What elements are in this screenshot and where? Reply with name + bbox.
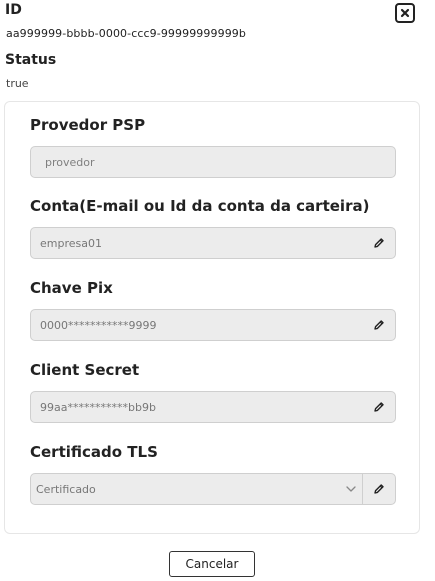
conta-value: empresa01: [40, 236, 102, 250]
form-card: Provedor PSP provedor Conta(E-mail ou Id…: [4, 101, 420, 534]
pencil-icon: [374, 238, 384, 248]
certificado-tls-select[interactable]: Certificado: [30, 473, 396, 505]
chevron-down-icon[interactable]: [340, 474, 362, 504]
status-label: Status: [5, 52, 57, 68]
id-value: aa999999-bbbb-0000-ccc9-99999999999b: [6, 27, 246, 40]
conta-field[interactable]: empresa01: [30, 227, 396, 259]
certificado-tls-label: Certificado TLS: [30, 443, 158, 461]
cancel-button[interactable]: Cancelar: [169, 551, 255, 577]
provedor-psp-field: provedor: [30, 146, 396, 178]
pencil-icon: [374, 484, 384, 494]
pencil-icon: [374, 320, 384, 330]
pencil-icon: [374, 402, 384, 412]
status-value: true: [6, 77, 29, 90]
chave-pix-field[interactable]: 0000***********9999: [30, 309, 396, 341]
close-icon: [400, 8, 410, 18]
client-secret-value: 99aa***********bb9b: [40, 400, 156, 414]
client-secret-field[interactable]: 99aa***********bb9b: [30, 391, 396, 423]
certificado-tls-value: Certificado: [36, 482, 96, 496]
provedor-psp-value: provedor: [45, 155, 95, 169]
chave-pix-value: 0000***********9999: [40, 318, 157, 332]
edit-certificado-button[interactable]: [363, 474, 395, 504]
id-label: ID: [5, 2, 22, 18]
client-secret-label: Client Secret: [30, 361, 140, 379]
edit-chave-pix-button[interactable]: [363, 310, 395, 340]
provedor-psp-label: Provedor PSP: [30, 116, 146, 134]
close-button[interactable]: [395, 3, 415, 23]
chave-pix-label: Chave Pix: [30, 279, 113, 297]
conta-label: Conta(E-mail ou Id da conta da carteira): [30, 197, 370, 215]
edit-client-secret-button[interactable]: [363, 392, 395, 422]
edit-conta-button[interactable]: [363, 228, 395, 258]
